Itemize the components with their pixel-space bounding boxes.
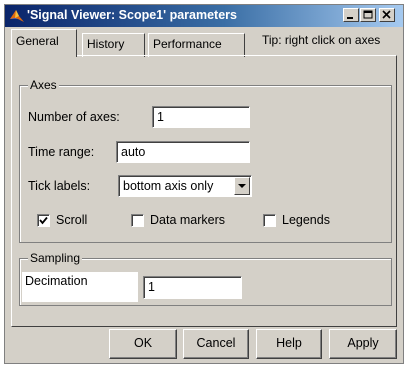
axes-group: Axes Number of axes: 1 Time range: auto … (19, 78, 392, 243)
minimize-icon (347, 17, 353, 19)
tick-labels-label: Tick labels: (28, 179, 91, 193)
legends-checkbox[interactable] (263, 214, 276, 227)
time-range-label: Time range: (28, 145, 95, 159)
tick-labels-dropdown-button[interactable] (234, 177, 250, 195)
tab-general[interactable]: General (11, 29, 77, 57)
tick-labels-select[interactable]: bottom axis only (118, 175, 252, 197)
axes-group-legend: Axes (28, 78, 59, 92)
decimation-input[interactable]: 1 (143, 276, 242, 299)
sampling-group: Sampling Decimation 1 (19, 251, 392, 306)
dialog-window: 'Signal Viewer: Scope1' parameters Gener… (4, 4, 404, 364)
decimation-label-text: Decimation (25, 274, 88, 288)
tab-history[interactable]: History (82, 33, 145, 57)
ok-button[interactable]: OK (109, 329, 177, 359)
cancel-button[interactable]: Cancel (183, 329, 249, 359)
number-of-axes-value: 1 (157, 110, 164, 124)
decimation-value: 1 (148, 280, 155, 294)
time-range-value: auto (121, 145, 146, 159)
apply-button-label: Apply (347, 336, 379, 350)
data-markers-label: Data markers (150, 213, 226, 227)
number-of-axes-label: Number of axes: (28, 110, 120, 124)
sampling-group-legend: Sampling (28, 251, 83, 265)
scroll-checkbox[interactable] (37, 214, 50, 227)
apply-button[interactable]: Apply (329, 329, 397, 359)
close-button[interactable] (379, 8, 395, 22)
general-tab-panel: Axes Number of axes: 1 Time range: auto … (11, 55, 397, 327)
tab-label: General (16, 34, 59, 48)
close-icon (382, 10, 391, 19)
scroll-label: Scroll (56, 213, 88, 227)
tab-label: Performance (153, 37, 222, 51)
ok-button-label: OK (133, 336, 153, 350)
matlab-icon (10, 10, 24, 22)
tab-label: History (87, 37, 125, 51)
cancel-button-label: Cancel (196, 336, 236, 350)
title-bar[interactable]: 'Signal Viewer: Scope1' parameters (5, 5, 403, 27)
tick-labels-value: bottom axis only (123, 179, 214, 193)
tab-performance[interactable]: Performance (148, 33, 245, 57)
number-of-axes-input[interactable]: 1 (152, 106, 250, 128)
help-button-label: Help (276, 336, 302, 350)
dropdown-arrow-icon (238, 184, 246, 188)
check-icon (39, 216, 48, 225)
minimize-button[interactable] (343, 8, 359, 22)
help-button[interactable]: Help (256, 329, 322, 359)
window-title: 'Signal Viewer: Scope1' parameters (27, 8, 237, 22)
decimation-label: Decimation (22, 272, 138, 302)
maximize-button[interactable] (360, 8, 376, 22)
legends-label: Legends (282, 213, 330, 227)
time-range-input[interactable]: auto (116, 141, 250, 163)
maximize-icon (363, 10, 373, 19)
tip-text: Tip: right click on axes (262, 33, 381, 47)
data-markers-checkbox[interactable] (131, 214, 144, 227)
